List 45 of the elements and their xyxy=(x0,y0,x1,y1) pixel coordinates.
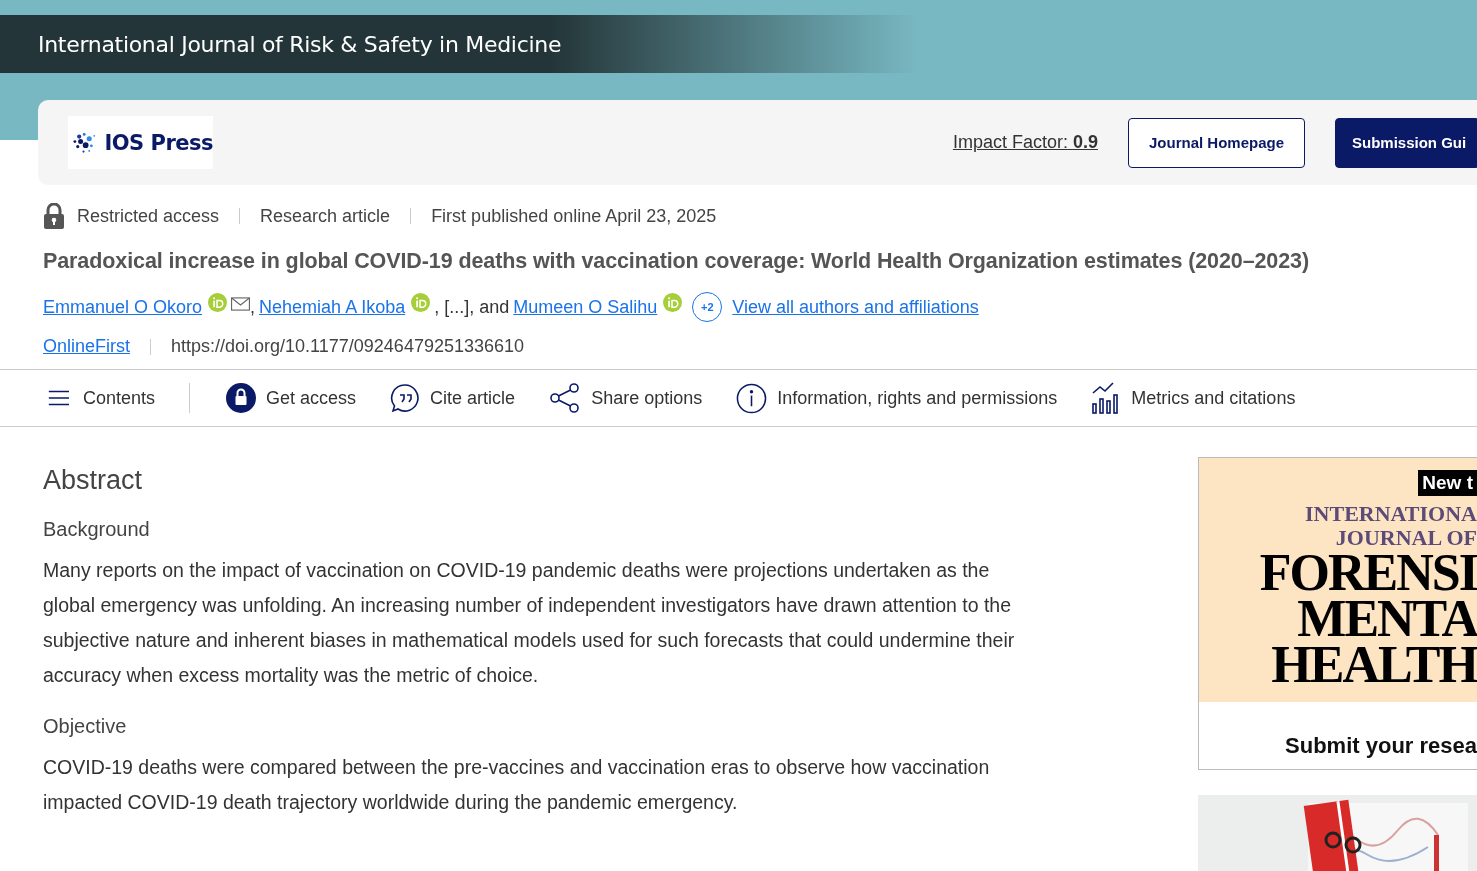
ad-title: FORENSI xyxy=(1259,550,1477,596)
quote-bubble-icon xyxy=(390,383,421,413)
ad-title: HEALTH xyxy=(1271,642,1477,688)
id-badge-icon[interactable] xyxy=(411,292,431,312)
abstract-paragraph: Many reports on the impact of vaccination on COVID-19 pandemic deaths were projections undertaken as the global emergency was unfolding. An increasing number of independent investigators have drawn attention to the subjective nature and inherent biases in mathematical models used for such forecasts that could undermine their accuracy when excess mortality was the metric of choice. xyxy=(43,558,1016,688)
toolbar-button[interactable]: Cite article xyxy=(390,383,516,413)
toolbar-button[interactable]: Get access xyxy=(226,383,357,413)
toolbar-button[interactable]: Metrics and citations xyxy=(1091,382,1296,414)
meta-text: First published online April 23, 2025 xyxy=(431,205,717,227)
toolbar-button[interactable]: Information, rights and permissions xyxy=(736,382,1058,414)
journal-title[interactable]: International Journal of Risk & Safety in Medicine xyxy=(38,31,562,57)
ad-journal-name: JOURNAL OF xyxy=(1335,526,1477,550)
doi-text: https://doi.org/10.1177/09246479251336610 xyxy=(171,336,524,357)
author-link[interactable]: Mumeen O Salihu xyxy=(513,296,658,318)
mail-icon[interactable] xyxy=(231,297,251,311)
toolbar-button[interactable]: Share options xyxy=(549,382,703,414)
share-icon xyxy=(549,382,582,414)
section-heading: Objective xyxy=(43,715,128,738)
lock-icon xyxy=(43,203,65,229)
more-authors-button[interactable]: +2 xyxy=(692,292,723,322)
abstract-paragraph: COVID-19 deaths were compared between the pre-vaccines and vaccination eras to observe how vaccination impacted COVID-19 death trajectory worldwide during the pandemic emergency. xyxy=(43,755,991,815)
homepage-button[interactable]: Journal Homepage xyxy=(1127,117,1305,168)
author-separator: , xyxy=(250,296,256,318)
section-heading: Background xyxy=(43,518,151,541)
journal-ad[interactable]: New t INTERNATIONA JOURNAL OF FORENSI MENTA HEALTH Submit your resea xyxy=(1198,457,1477,770)
info-icon xyxy=(736,382,768,414)
ad-tag: New t xyxy=(1418,470,1477,496)
all-authors-link[interactable]: View all authors and affiliations xyxy=(732,296,979,318)
toolbar-button[interactable]: Contents xyxy=(43,387,156,409)
ad-journal-name: INTERNATIONA xyxy=(1305,502,1477,526)
impact-factor-link[interactable]: Impact Factor: 0.9 xyxy=(952,132,1098,153)
meta-text: Research article xyxy=(260,205,391,227)
ad-call-to-action: Submit your resea xyxy=(1284,731,1477,760)
author-link[interactable]: Nehemiah A Ikoba xyxy=(259,296,406,318)
ad-title: MENTA xyxy=(1297,596,1477,642)
abstract-heading: Abstract xyxy=(43,465,144,496)
author-link[interactable]: Emmanuel O Okoro xyxy=(43,296,203,318)
article-title: Paradoxical increase in global COVID-19 deaths with vaccination coverage: World Health Organization estimates (2020–2023) xyxy=(43,249,1310,274)
id-badge-icon[interactable] xyxy=(663,292,683,312)
submission-button[interactable]: Submission Gui xyxy=(1335,117,1477,168)
logo[interactable]: IOS Press xyxy=(68,116,213,169)
lock-icon xyxy=(226,383,257,413)
meta-text: Restricted access xyxy=(77,205,220,227)
author-separator: , [...], and xyxy=(434,296,510,318)
online-first-link[interactable]: OnlineFirst xyxy=(43,336,131,357)
